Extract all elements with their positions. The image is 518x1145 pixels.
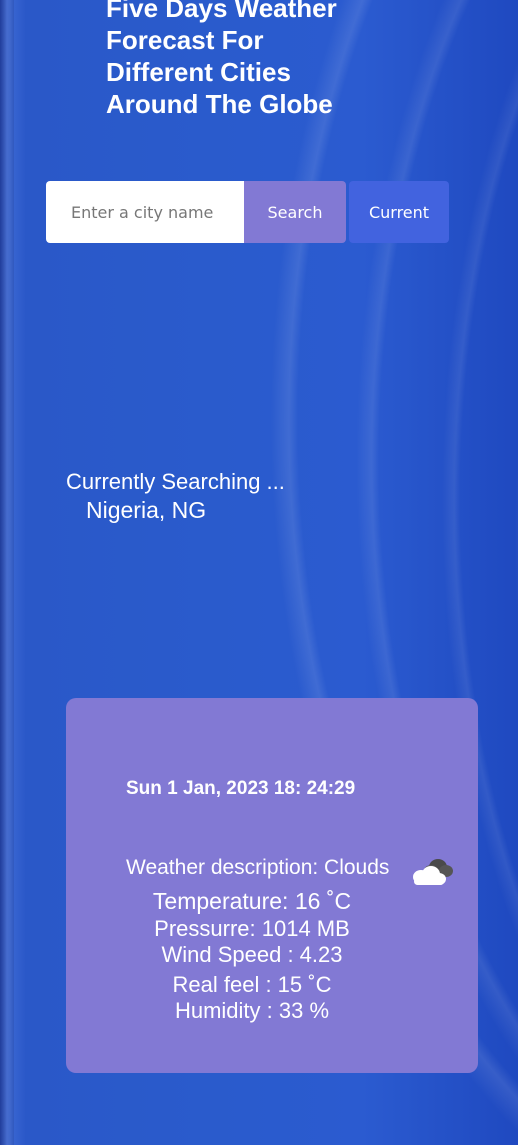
search-status: Currently Searching ... Nigeria, NG [66, 468, 285, 524]
weather-card: Sun 1 Jan, 2023 18: 24:29 Weather descri… [66, 698, 478, 1073]
weather-real-feel: Real feel : 15 ˚C [172, 972, 332, 997]
status-location: Nigeria, NG [86, 497, 207, 523]
weather-temperature: Temperature: 16 ˚C [152, 888, 352, 914]
page-title: Five Days Weather Forecast For Different… [106, 0, 406, 120]
weather-date: Sun 1 Jan, 2023 18: 24:29 [126, 778, 356, 799]
title-line-3: Different Cities [106, 57, 291, 87]
title-line-2: Forecast For [106, 25, 264, 55]
weather-description: Weather description: Clouds [126, 856, 390, 879]
status-label: Currently Searching ... [66, 469, 285, 494]
weather-pressure: Pressurre: 1014 MB [154, 916, 350, 941]
title-line-4: Around The Globe [106, 89, 333, 119]
current-location-button[interactable]: Current [349, 181, 449, 243]
city-search-input[interactable] [46, 181, 244, 243]
weather-humidity: Humidity : 33 % [174, 998, 330, 1023]
weather-wind-speed: Wind Speed : 4.23 [161, 942, 343, 967]
background-streak [0, 0, 14, 1145]
cloud-icon [413, 859, 453, 885]
title-line-1: Five Days Weather [106, 0, 337, 23]
search-bar: Search Current [46, 181, 449, 243]
search-button[interactable]: Search [244, 181, 346, 243]
